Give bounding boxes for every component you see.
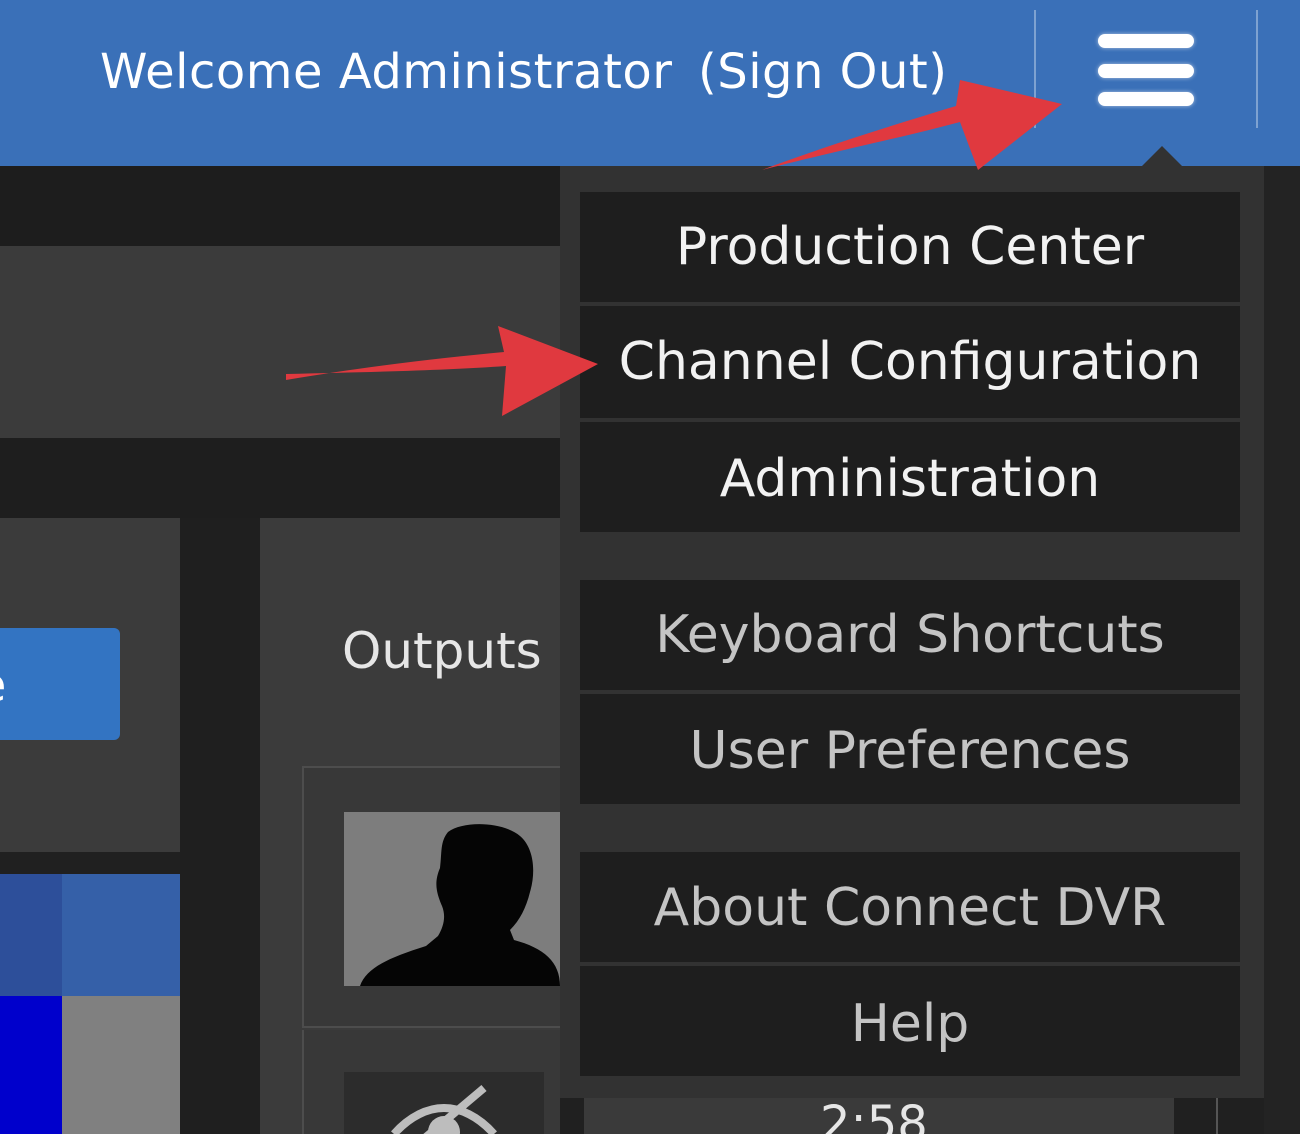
outputs-title: Outputs xyxy=(342,622,542,680)
color-swatch xyxy=(0,874,62,996)
welcome-text: Welcome Administrator xyxy=(100,44,673,100)
color-swatch xyxy=(62,874,180,996)
color-swatch xyxy=(62,996,180,1134)
menu-item-keyboard-shortcuts[interactable]: Keyboard Shortcuts xyxy=(580,580,1240,690)
sign-out-link[interactable]: (Sign Out) xyxy=(698,44,947,100)
visibility-toggle[interactable] xyxy=(344,1072,544,1134)
eye-slash-icon xyxy=(391,1084,497,1134)
left-panel-button[interactable]: e xyxy=(0,628,120,740)
timer-readout: 2:58 xyxy=(820,1096,928,1134)
header-divider xyxy=(1256,10,1258,128)
background-panel xyxy=(0,246,560,438)
dropdown-caret xyxy=(1142,146,1182,166)
person-silhouette-icon xyxy=(360,824,560,986)
panel-gap xyxy=(180,518,260,1134)
hamburger-menu-icon[interactable] xyxy=(1092,26,1200,116)
menu-item-administration[interactable]: Administration xyxy=(580,422,1240,532)
column-divider xyxy=(1216,1098,1218,1134)
menu-item-production-center[interactable]: Production Center xyxy=(580,192,1240,302)
left-panel-button-label: e xyxy=(0,658,6,712)
output-thumbnail[interactable] xyxy=(344,812,560,986)
menu-item-about-connect-dvr[interactable]: About Connect DVR xyxy=(580,852,1240,962)
background-band xyxy=(0,438,560,518)
background-band xyxy=(0,166,560,246)
menu-item-user-preferences[interactable]: User Preferences xyxy=(580,694,1240,804)
right-strip xyxy=(1264,166,1300,1134)
menu-item-help[interactable]: Help xyxy=(580,966,1240,1076)
header-divider xyxy=(1034,10,1036,128)
menu-item-channel-configuration[interactable]: Channel Configuration xyxy=(580,306,1240,418)
color-swatch xyxy=(0,996,62,1134)
